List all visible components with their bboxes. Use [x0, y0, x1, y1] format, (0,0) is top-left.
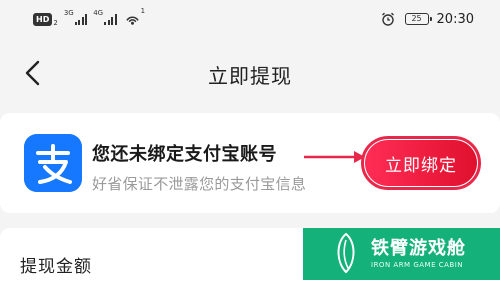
alarm-icon [381, 12, 394, 26]
status-left: HD 2 3G 4G 1 [33, 7, 145, 27]
status-time: 20:30 [436, 11, 474, 27]
battery-icon: 25 [404, 13, 432, 25]
alipay-logo-icon [24, 134, 82, 192]
network-3g-label: 3G [63, 9, 74, 17]
bind-now-button[interactable]: 立即绑定 [361, 136, 481, 190]
hotspot-icon [125, 16, 139, 25]
status-right: 25 20:30 [381, 11, 474, 27]
hd-sub: 2 [53, 18, 58, 27]
signal-bars-icon [74, 13, 88, 25]
hd-badge: HD [33, 12, 53, 26]
bind-title: 您还未绑定支付宝账号 [92, 144, 277, 165]
page-title: 立即提现 [208, 64, 292, 88]
network-4g-label: 4G [93, 9, 104, 17]
watermark: 铁臂游戏舱 IRON ARM GAME CABIN [303, 228, 500, 280]
red-arrow-annotation [304, 151, 365, 163]
watermark-title: 铁臂游戏舱 [371, 238, 466, 259]
watermark-subtitle: IRON ARM GAME CABIN [371, 261, 463, 269]
withdraw-amount-label: 提现金额 [20, 257, 92, 277]
hotspot-count: 1 [140, 7, 146, 15]
signal-bars-icon [104, 13, 117, 25]
status-bar: HD 2 3G 4G 1 25 20:30 [0, 0, 500, 38]
bind-subtitle: 好省保证不泄露您的支付宝信息 [92, 175, 307, 193]
leaf-logo-icon [337, 232, 355, 274]
